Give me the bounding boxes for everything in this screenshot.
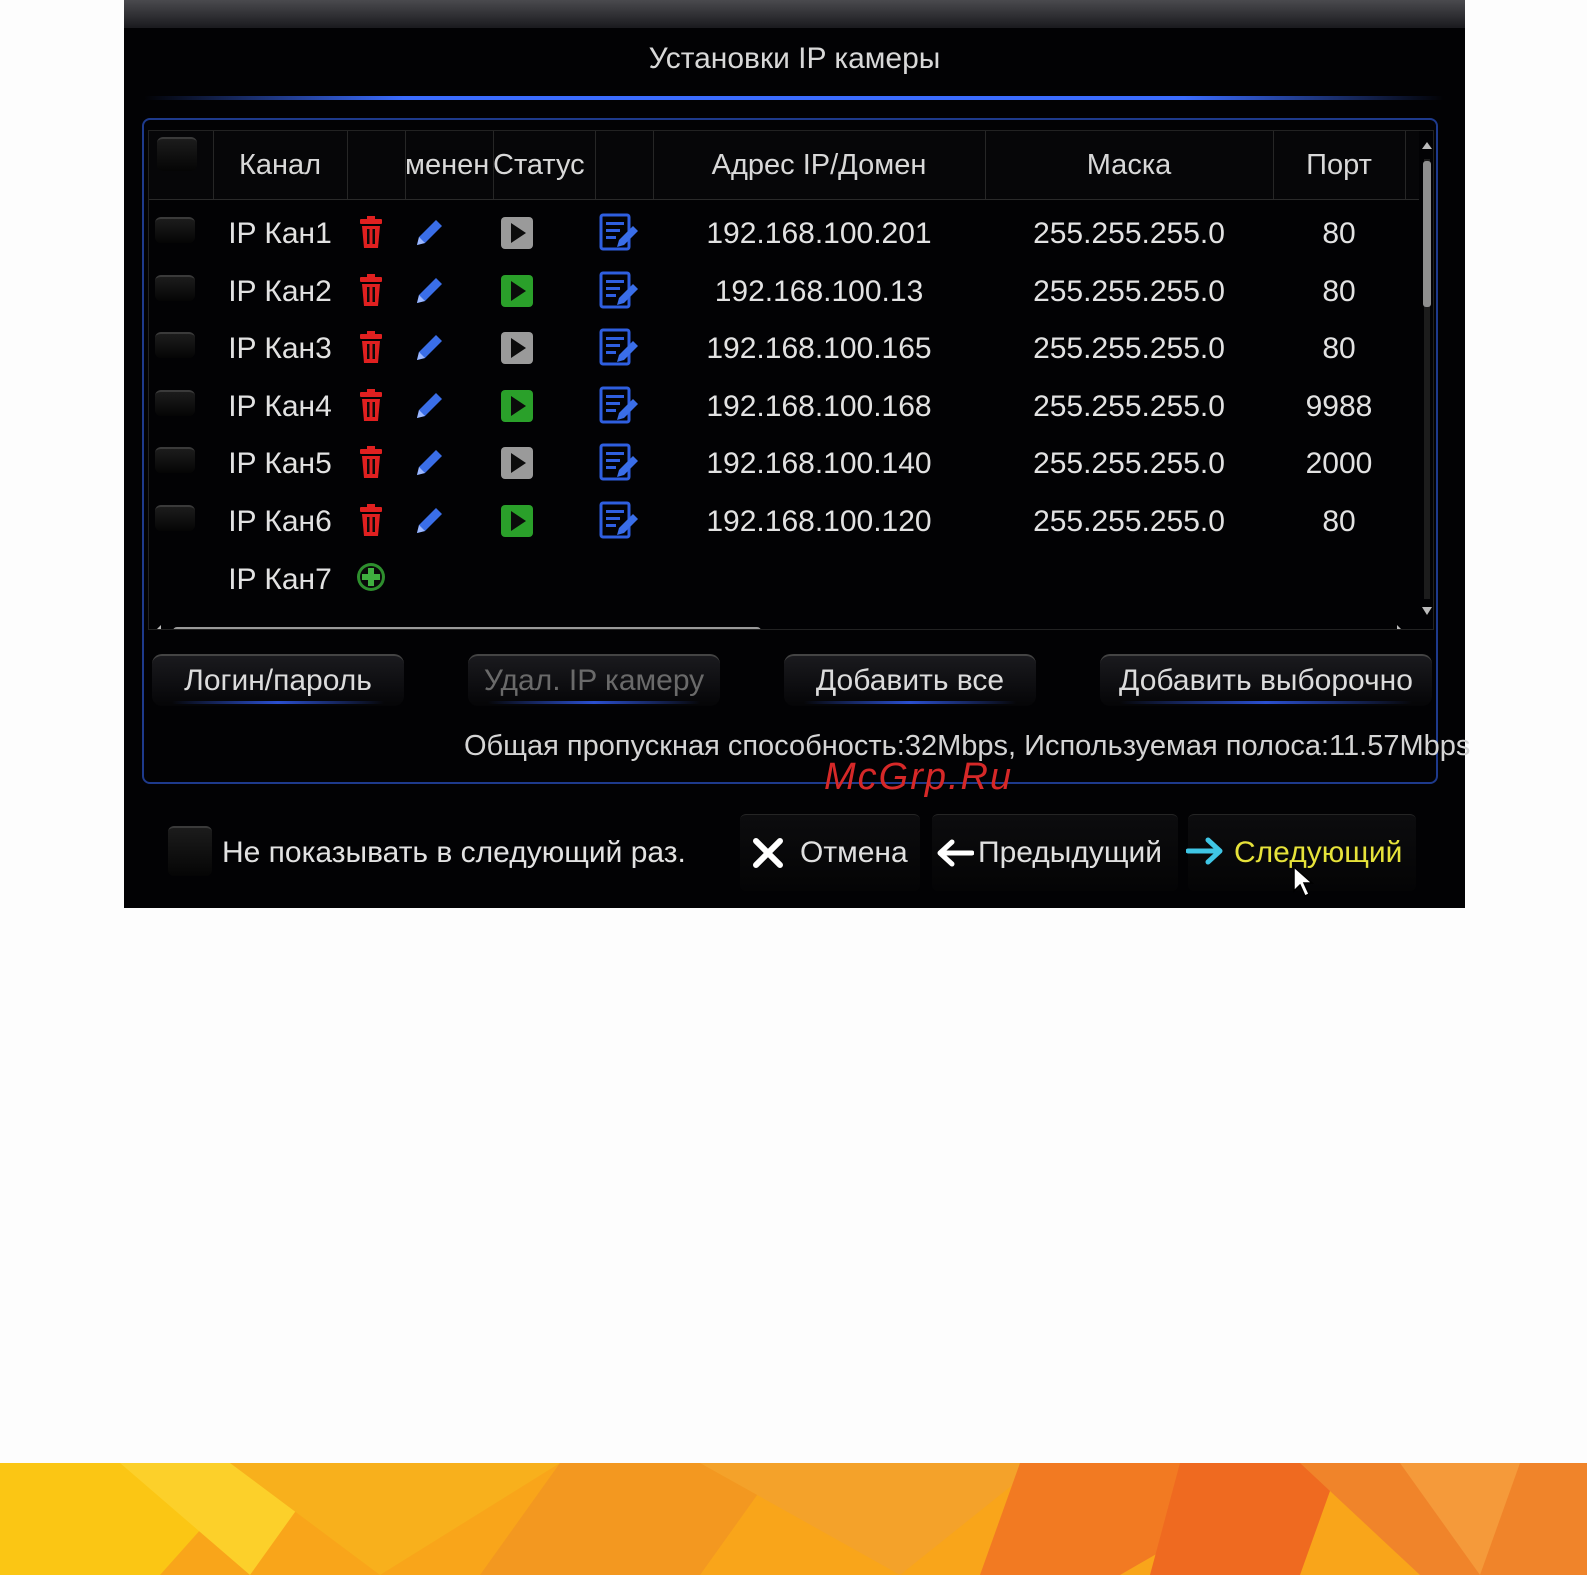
header-ip: Адрес IP/Домен: [711, 149, 927, 181]
dialog-title: Установки IP камеры: [648, 42, 941, 75]
login-password-button[interactable]: Логин/пароль: [152, 654, 404, 706]
arrow-left-icon: [937, 839, 974, 867]
play-icon[interactable]: [499, 503, 535, 539]
table-row[interactable]: IP Кан4 192.168.100.168 255.255.255.0 99…: [149, 378, 1419, 436]
add-circle-icon[interactable]: [353, 561, 389, 597]
table-row[interactable]: IP Кан1 192.168.100.201 255.255.255.0 80: [149, 205, 1419, 263]
ip-address: 192.168.100.13: [714, 274, 924, 308]
close-icon: [753, 838, 783, 868]
add-all-button[interactable]: Добавить все: [784, 654, 1036, 706]
settings-doc-icon[interactable]: [597, 211, 641, 255]
settings-doc-icon[interactable]: [597, 499, 641, 543]
ip-address: 192.168.100.201: [706, 217, 932, 250]
table-row-add: IP Кан7: [149, 551, 1419, 609]
settings-doc-icon[interactable]: [597, 269, 641, 313]
subnet-mask: 255.255.255.0: [1033, 389, 1225, 423]
window-top-bar: [124, 0, 1465, 28]
previous-button[interactable]: Предыдущий: [932, 814, 1178, 891]
cancel-button[interactable]: Отмена: [740, 814, 920, 891]
pencil-icon[interactable]: [411, 388, 447, 424]
port-value: 80: [1322, 274, 1356, 308]
subnet-mask: 255.255.255.0: [1033, 504, 1225, 538]
trash-icon[interactable]: [353, 273, 389, 309]
row-checkbox[interactable]: [155, 389, 195, 416]
arrow-right-icon: [1186, 837, 1223, 865]
cancel-label: Отмена: [800, 836, 908, 869]
channel-name: IP Кан4: [228, 389, 332, 423]
subnet-mask: 255.255.255.0: [1033, 332, 1225, 365]
channel-name: IP Кан7: [228, 563, 332, 596]
ip-address: 192.168.100.140: [706, 447, 932, 480]
header-port: Порт: [1306, 149, 1372, 181]
dont-show-label: Не показывать в следующий раз.: [222, 836, 686, 869]
play-icon[interactable]: [499, 273, 535, 309]
trash-icon[interactable]: [353, 330, 389, 366]
table-header: Канал менен Статус Адрес IP/Домен Маска …: [149, 131, 1419, 200]
trash-icon[interactable]: [353, 503, 389, 539]
add-selected-button[interactable]: Добавить выборочно: [1100, 654, 1432, 706]
play-icon[interactable]: [499, 388, 535, 424]
row-checkbox[interactable]: [155, 447, 195, 473]
pencil-icon[interactable]: [411, 503, 447, 539]
mouse-cursor-icon: [1293, 865, 1314, 898]
pencil-icon[interactable]: [411, 445, 447, 481]
pencil-icon[interactable]: [411, 330, 447, 366]
watermark-text: McGrp.Ru: [824, 756, 1014, 798]
row-checkbox[interactable]: [155, 504, 195, 531]
port-value: 80: [1322, 217, 1356, 250]
table-row[interactable]: IP Кан5 192.168.100.140 255.255.255.0 20…: [149, 435, 1419, 493]
subnet-mask: 255.255.255.0: [1033, 447, 1225, 480]
header-mask: Маска: [1086, 149, 1172, 181]
header-channel: Канал: [238, 149, 322, 181]
header-manage: менен: [405, 149, 490, 181]
table-row[interactable]: IP Кан2 192.168.100.13 255.255.255.0 80: [149, 263, 1419, 321]
row-checkbox[interactable]: [155, 332, 195, 358]
channel-name: IP Кан5: [228, 447, 332, 480]
header-status: Статус: [493, 149, 585, 181]
channel-name: IP Кан3: [228, 332, 332, 365]
delete-ip-camera-button[interactable]: Удал. IP камеру: [468, 654, 720, 706]
subnet-mask: 255.255.255.0: [1033, 274, 1225, 308]
settings-doc-icon[interactable]: [597, 384, 641, 428]
dont-show-checkbox[interactable]: [168, 826, 212, 876]
trash-icon[interactable]: [353, 388, 389, 424]
play-icon[interactable]: [499, 330, 535, 366]
next-button[interactable]: Следующий: [1186, 814, 1416, 898]
ip-address: 192.168.100.165: [706, 332, 932, 365]
ip-camera-dialog: Установки IP камеры Канал менен Статус А…: [124, 0, 1470, 908]
select-all-checkbox[interactable]: [157, 137, 197, 171]
settings-doc-icon[interactable]: [597, 441, 641, 485]
pencil-icon[interactable]: [411, 215, 447, 251]
vertical-scrollbar[interactable]: [1419, 139, 1434, 619]
row-checkbox[interactable]: [155, 274, 195, 301]
channel-name: IP Кан1: [228, 217, 332, 250]
ip-address: 192.168.100.120: [706, 504, 932, 538]
title-underline: [144, 96, 1444, 100]
trash-icon[interactable]: [353, 445, 389, 481]
horizontal-scrollbar[interactable]: [153, 621, 1419, 630]
port-value: 80: [1322, 332, 1356, 365]
trash-icon[interactable]: [353, 215, 389, 251]
camera-table: Канал менен Статус Адрес IP/Домен Маска …: [148, 130, 1434, 630]
subnet-mask: 255.255.255.0: [1033, 217, 1225, 250]
camera-panel: Канал менен Статус Адрес IP/Домен Маска …: [142, 118, 1470, 784]
table-row[interactable]: IP Кан6 192.168.100.120 255.255.255.0 80: [149, 493, 1419, 551]
channel-name: IP Кан6: [228, 504, 332, 538]
port-value: 2000: [1305, 447, 1373, 480]
settings-doc-icon[interactable]: [597, 326, 641, 370]
table-row[interactable]: IP Кан3 192.168.100.165 255.255.255.0 80: [149, 320, 1419, 378]
channel-name: IP Кан2: [228, 274, 332, 308]
play-icon[interactable]: [499, 215, 535, 251]
play-icon[interactable]: [499, 445, 535, 481]
ip-address: 192.168.100.168: [706, 389, 932, 423]
port-value: 80: [1322, 504, 1356, 538]
pencil-icon[interactable]: [411, 273, 447, 309]
port-value: 9988: [1305, 389, 1373, 423]
previous-label: Предыдущий: [978, 836, 1163, 869]
next-label: Следующий: [1234, 836, 1403, 869]
decorative-footer: [0, 1463, 1587, 1575]
row-checkbox[interactable]: [155, 217, 195, 243]
